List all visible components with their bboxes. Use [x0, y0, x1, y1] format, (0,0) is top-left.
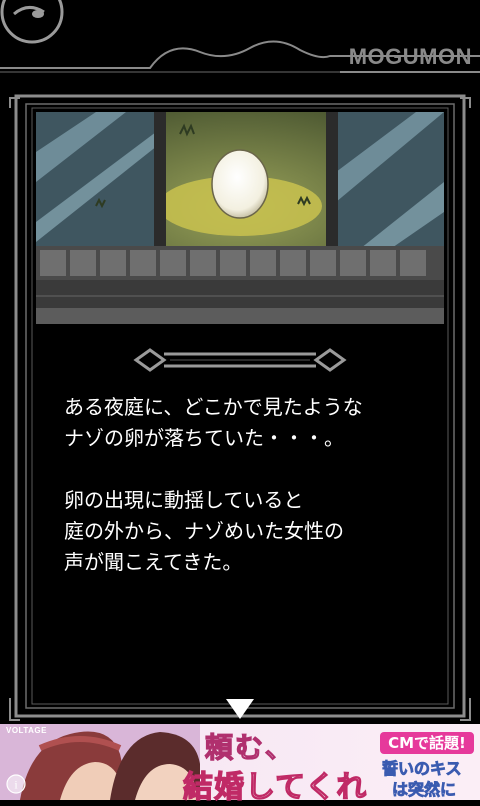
story-paragraph-1: ある夜庭に、どこかで見たような ナゾの卵が落ちていた・・・。 [64, 395, 363, 450]
story-paragraph-2: 卵の出現に動揺していると 庭の外から、ナゾめいた女性の 声が聞こえてきた。 [64, 488, 344, 574]
triangle-down-icon[interactable] [225, 698, 255, 720]
divider-ornament [133, 348, 347, 372]
ad-headline-2: 結婚してくれ [182, 769, 368, 805]
ad-subline-2: は突然に [392, 780, 457, 800]
ad-brand: VOLTAGE [6, 726, 47, 735]
story-text: ある夜庭に、どこかで見たような ナゾの卵が落ちていた・・・。 卵の出現に動揺して… [64, 392, 444, 609]
info-icon[interactable]: i [6, 774, 26, 794]
ad-headline-1: 頼む、 [204, 730, 296, 764]
ad-badge: CMで話題! [380, 732, 474, 754]
creature-logo-icon [0, 0, 64, 44]
ad-characters-image [0, 724, 200, 800]
scene-illustration [36, 112, 444, 324]
brand-label: MOGUMON [348, 44, 472, 69]
